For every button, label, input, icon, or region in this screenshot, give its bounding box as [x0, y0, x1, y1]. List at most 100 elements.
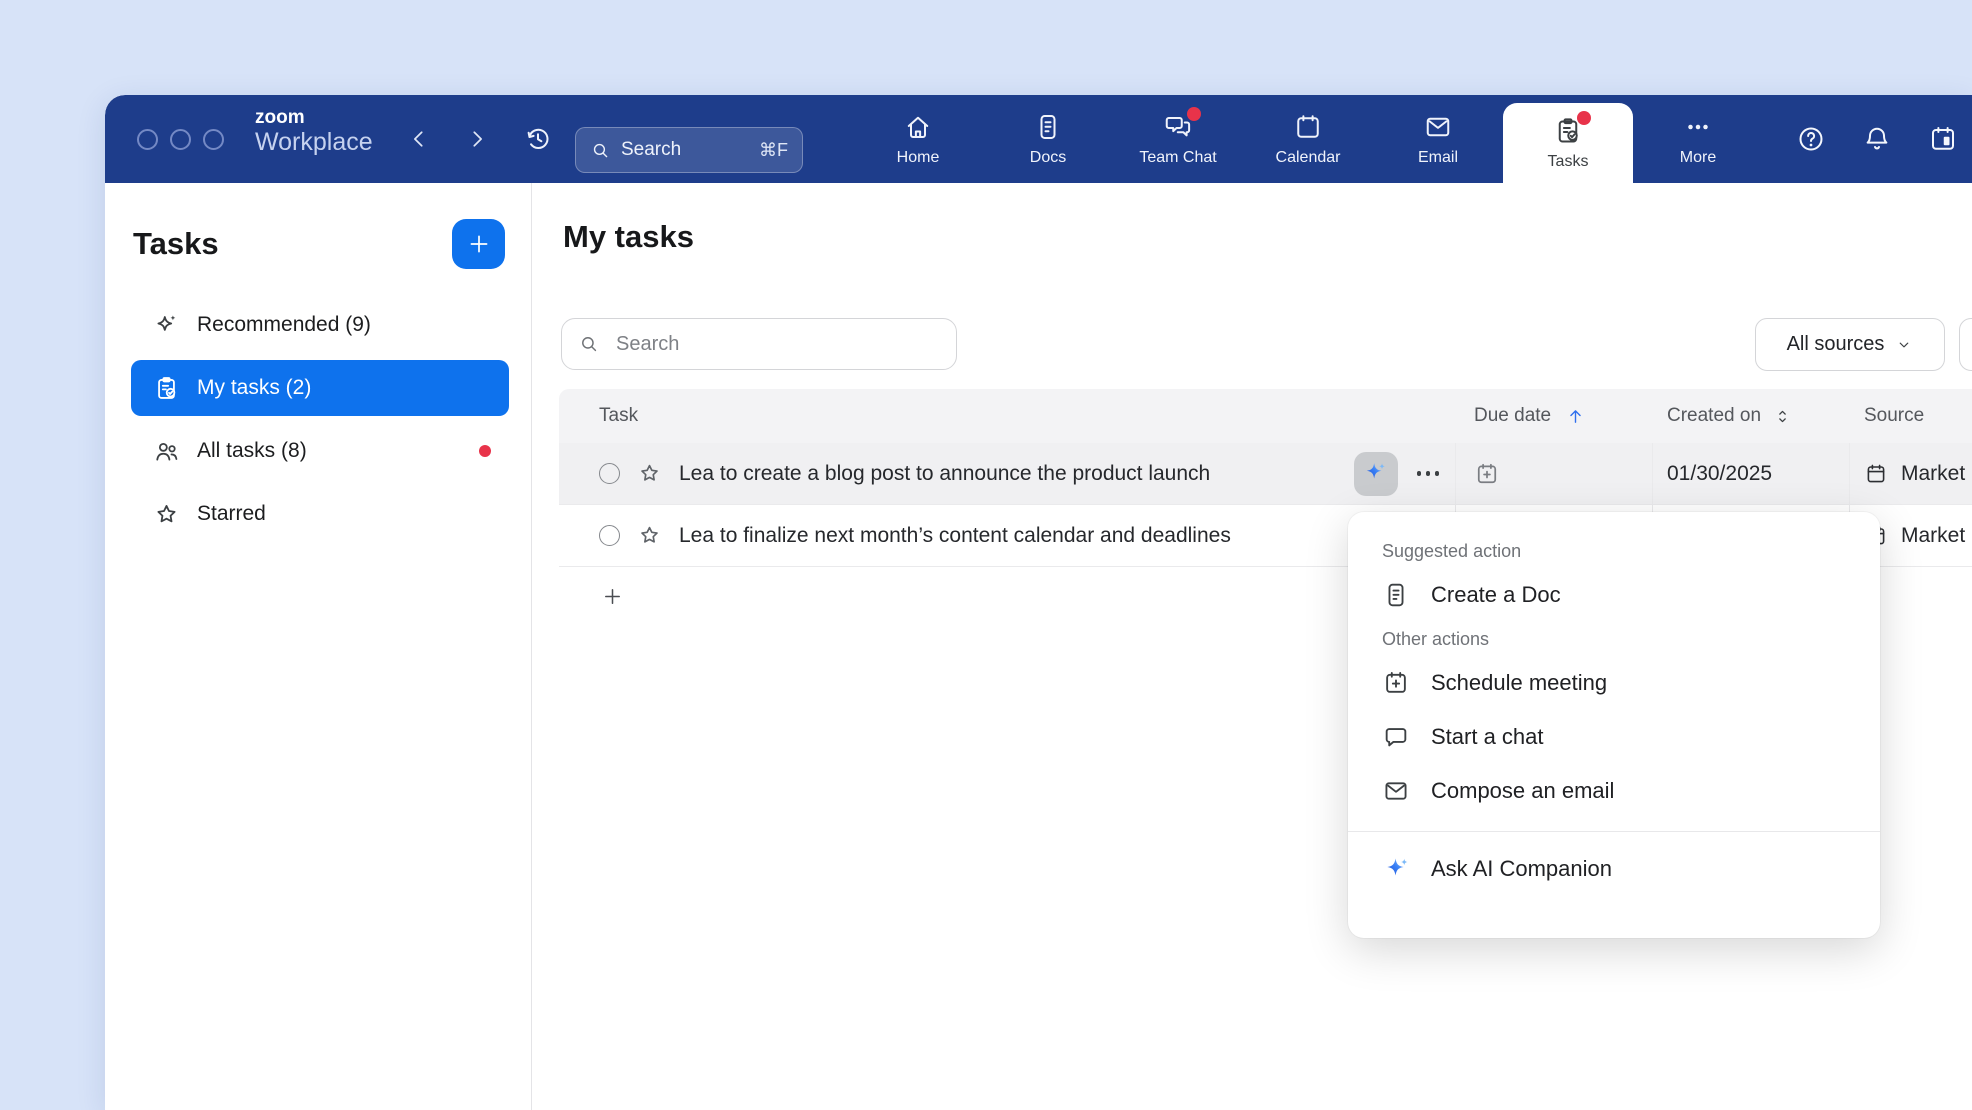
task-complete-checkbox[interactable]: [599, 525, 620, 546]
sidebar-item-my-tasks[interactable]: My tasks (2): [131, 360, 509, 416]
ai-companion-button[interactable]: [1354, 452, 1398, 496]
clipboard-check-icon: [153, 375, 180, 402]
all-tasks-unread-dot: [479, 445, 491, 457]
task-title: Lea to finalize next month’s content cal…: [679, 524, 1231, 548]
menu-item-schedule-meeting[interactable]: Schedule meeting: [1348, 656, 1880, 710]
app-window: zoom Workplace Search ⌘F: [105, 95, 1972, 1110]
menu-item-label: Ask AI Companion: [1431, 856, 1612, 882]
tab-team-chat[interactable]: Team Chat: [1113, 95, 1243, 183]
tab-email[interactable]: Email: [1373, 95, 1503, 183]
brand-zoom: zoom: [255, 108, 373, 129]
source-label: Market: [1901, 524, 1965, 548]
star-icon[interactable]: [637, 523, 662, 548]
sort-ascending-icon[interactable]: [1565, 406, 1586, 427]
ai-sparkle-icon: [1382, 855, 1410, 883]
column-header-source[interactable]: Source: [1850, 405, 1972, 427]
menu-item-compose-email[interactable]: Compose an email: [1348, 764, 1880, 818]
new-task-button[interactable]: [452, 219, 505, 269]
tab-more[interactable]: More: [1633, 95, 1763, 183]
menu-section-other: Other actions: [1348, 622, 1880, 656]
search-icon: [590, 140, 611, 161]
menu-item-label: Start a chat: [1431, 724, 1544, 750]
all-sources-label: All sources: [1787, 333, 1885, 356]
global-search[interactable]: Search ⌘F: [575, 127, 803, 173]
tab-label: Home: [897, 149, 940, 167]
sidebar-item-label: All tasks (8): [197, 439, 307, 463]
menu-section-suggested: Suggested action: [1348, 534, 1880, 568]
home-icon: [903, 112, 933, 142]
tasks-sidebar: Tasks Recommended (9): [105, 183, 532, 1110]
topbar-right-icons: [1796, 95, 1958, 183]
help-icon[interactable]: [1796, 124, 1826, 154]
primary-nav-tabs: Home Docs Team Chat Calendar: [853, 95, 1763, 183]
email-icon: [1423, 112, 1453, 142]
tab-tasks[interactable]: Tasks: [1503, 103, 1633, 183]
global-search-label: Search: [621, 139, 681, 161]
sidebar-item-label: Recommended (9): [197, 313, 371, 337]
back-chevron-icon[interactable]: [405, 125, 433, 153]
ai-sparkle-icon: [1362, 460, 1389, 487]
menu-item-label: Compose an email: [1431, 778, 1614, 804]
menu-divider: [1348, 831, 1880, 832]
window-control-circle[interactable]: [137, 129, 158, 150]
star-icon: [153, 501, 180, 528]
sidebar-item-all-tasks[interactable]: All tasks (8): [131, 423, 509, 479]
notifications-bell-icon[interactable]: [1862, 124, 1892, 154]
tab-label: Email: [1418, 149, 1458, 167]
window-control-circle[interactable]: [203, 129, 224, 150]
menu-item-ask-ai-companion[interactable]: Ask AI Companion: [1348, 842, 1880, 896]
tab-label: More: [1680, 149, 1716, 167]
calendar-plus-icon[interactable]: [1474, 461, 1500, 487]
tab-docs[interactable]: Docs: [983, 95, 1113, 183]
menu-item-label: Create a Doc: [1431, 582, 1561, 608]
more-icon: [1683, 112, 1713, 142]
star-icon[interactable]: [637, 461, 662, 486]
email-icon: [1382, 777, 1410, 805]
add-task-button[interactable]: [601, 585, 624, 608]
docs-icon: [1033, 112, 1063, 142]
row-more-actions[interactable]: [1415, 465, 1442, 482]
table-row[interactable]: Lea to create a blog post to announce th…: [559, 443, 1972, 505]
task-search-input[interactable]: [561, 318, 957, 370]
calendar-icon: [1293, 112, 1323, 142]
sidebar-item-label: My tasks (2): [197, 376, 311, 400]
sidebar-item-label: Starred: [197, 502, 266, 526]
page-title: My tasks: [563, 219, 694, 255]
tab-calendar[interactable]: Calendar: [1243, 95, 1373, 183]
column-header-due-date[interactable]: Due date: [1456, 405, 1653, 427]
tasks-icon: [1553, 116, 1583, 146]
clipped-filter-button[interactable]: [1959, 318, 1972, 371]
sidebar-title: Tasks: [133, 226, 219, 262]
doc-icon: [1382, 581, 1410, 609]
tab-home[interactable]: Home: [853, 95, 983, 183]
forward-chevron-icon[interactable]: [463, 125, 491, 153]
menu-item-label: Schedule meeting: [1431, 670, 1607, 696]
chevron-down-icon: [1895, 336, 1913, 354]
history-icon[interactable]: [523, 124, 553, 154]
window-control-circle[interactable]: [170, 129, 191, 150]
calendar-date-icon[interactable]: [1928, 124, 1958, 154]
column-header-created-on[interactable]: Created on: [1653, 405, 1850, 427]
sparkle-icon: [153, 312, 180, 339]
menu-item-start-chat[interactable]: Start a chat: [1348, 710, 1880, 764]
search-icon: [578, 333, 600, 355]
tasks-badge: [1577, 111, 1591, 125]
team-chat-badge: [1187, 107, 1201, 121]
column-header-task[interactable]: Task: [559, 405, 1456, 427]
brand-workplace: Workplace: [255, 129, 373, 157]
search-shortcut: ⌘F: [759, 140, 788, 161]
task-complete-checkbox[interactable]: [599, 463, 620, 484]
sidebar-item-starred[interactable]: Starred: [131, 486, 509, 542]
task-title: Lea to create a blog post to announce th…: [679, 462, 1210, 486]
window-controls[interactable]: [137, 129, 224, 150]
team-chat-icon: [1163, 112, 1193, 142]
plus-icon: [466, 231, 492, 257]
calendar-plus-icon: [1382, 669, 1410, 697]
sidebar-item-recommended[interactable]: Recommended (9): [131, 297, 509, 353]
sort-toggle-icon[interactable]: [1773, 407, 1792, 426]
created-on-date: 01/30/2025: [1667, 462, 1772, 486]
tab-label: Docs: [1030, 149, 1066, 167]
tab-label: Team Chat: [1139, 149, 1216, 167]
menu-item-create-doc[interactable]: Create a Doc: [1348, 568, 1880, 622]
all-sources-dropdown[interactable]: All sources: [1755, 318, 1945, 371]
